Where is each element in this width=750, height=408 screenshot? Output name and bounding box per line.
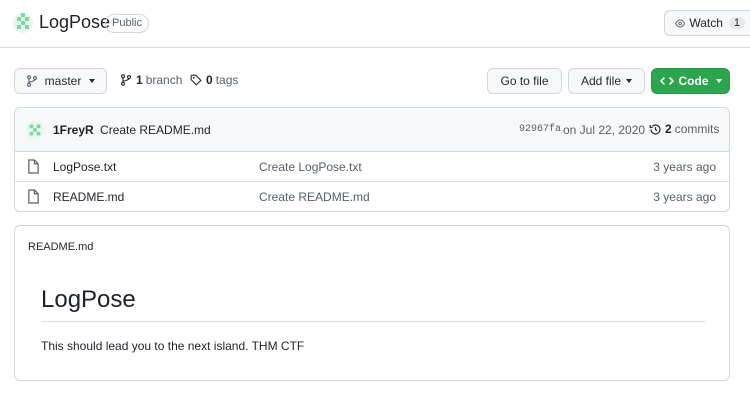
file-age: 3 years ago: [653, 190, 716, 204]
readme-heading: LogPose: [41, 286, 136, 313]
commit-count-label: commits: [674, 122, 720, 136]
commit-author[interactable]: 1FreyR: [53, 123, 94, 137]
readme-heading-divider: [41, 321, 705, 322]
readme-body: This should lead you to the next island.…: [41, 339, 305, 353]
file-commit-message[interactable]: Create LogPose.txt: [259, 160, 362, 174]
file-age: 3 years ago: [653, 160, 716, 174]
watch-button[interactable]: Watch 1: [664, 10, 750, 36]
tag-icon: [190, 74, 202, 86]
file-row[interactable]: README.md Create README.md 3 years ago: [15, 182, 729, 211]
visibility-badge: Public: [105, 14, 149, 33]
commit-count: 2: [665, 122, 672, 136]
readme-filename[interactable]: README.md: [28, 241, 93, 253]
commit-date: on Jul 22, 2020: [563, 123, 646, 137]
file-commit-message[interactable]: Create README.md: [259, 190, 370, 204]
watch-count: 1: [728, 17, 745, 29]
file-icon: [28, 189, 39, 204]
code-label: Code: [678, 74, 709, 88]
branch-name: master: [44, 74, 82, 88]
commit-header: 1FreyR Create README.md 92967fa on Jul 2…: [15, 108, 729, 152]
tag-count-label: tags: [215, 73, 239, 87]
branch-icon: [26, 75, 37, 87]
file-list: 1FreyR Create README.md 92967fa on Jul 2…: [14, 107, 730, 212]
add-file-label: Add file: [580, 74, 622, 88]
branch-count-label: branch: [145, 73, 183, 87]
go-to-file-button[interactable]: Go to file: [487, 68, 562, 94]
branch-icon: [120, 74, 132, 86]
go-to-file-label: Go to file: [500, 74, 549, 88]
repo-name[interactable]: LogPose: [39, 12, 110, 33]
file-icon: [28, 159, 39, 174]
file-name[interactable]: README.md: [53, 190, 124, 204]
history-icon: [649, 123, 661, 135]
chevron-code-icon: [659, 77, 674, 85]
commit-sha[interactable]: 92967fa: [519, 124, 561, 135]
code-button[interactable]: Code: [651, 68, 730, 94]
repo-avatar-icon: [13, 13, 33, 33]
commit-message[interactable]: Create README.md: [100, 123, 211, 137]
tag-count: 0: [206, 73, 213, 87]
file-row[interactable]: LogPose.txt Create LogPose.txt 3 years a…: [15, 152, 729, 182]
branch-select-button[interactable]: master: [14, 68, 107, 94]
chevron-down-icon: [89, 79, 96, 83]
commits-link[interactable]: 2 commits: [649, 122, 719, 136]
author-avatar-icon: [26, 121, 44, 139]
add-file-button[interactable]: Add file: [568, 68, 645, 94]
watch-label: Watch: [689, 16, 723, 30]
branch-count: 1: [136, 73, 143, 87]
tags-link[interactable]: 0 tags: [190, 73, 238, 87]
chevron-down-icon: [715, 79, 722, 83]
header-divider: [0, 47, 750, 48]
file-name[interactable]: LogPose.txt: [53, 160, 116, 174]
eye-icon: [675, 19, 686, 27]
readme-panel: README.md LogPose This should lead you t…: [14, 225, 730, 381]
chevron-down-icon: [626, 79, 633, 83]
branches-link[interactable]: 1 branch: [120, 73, 182, 87]
